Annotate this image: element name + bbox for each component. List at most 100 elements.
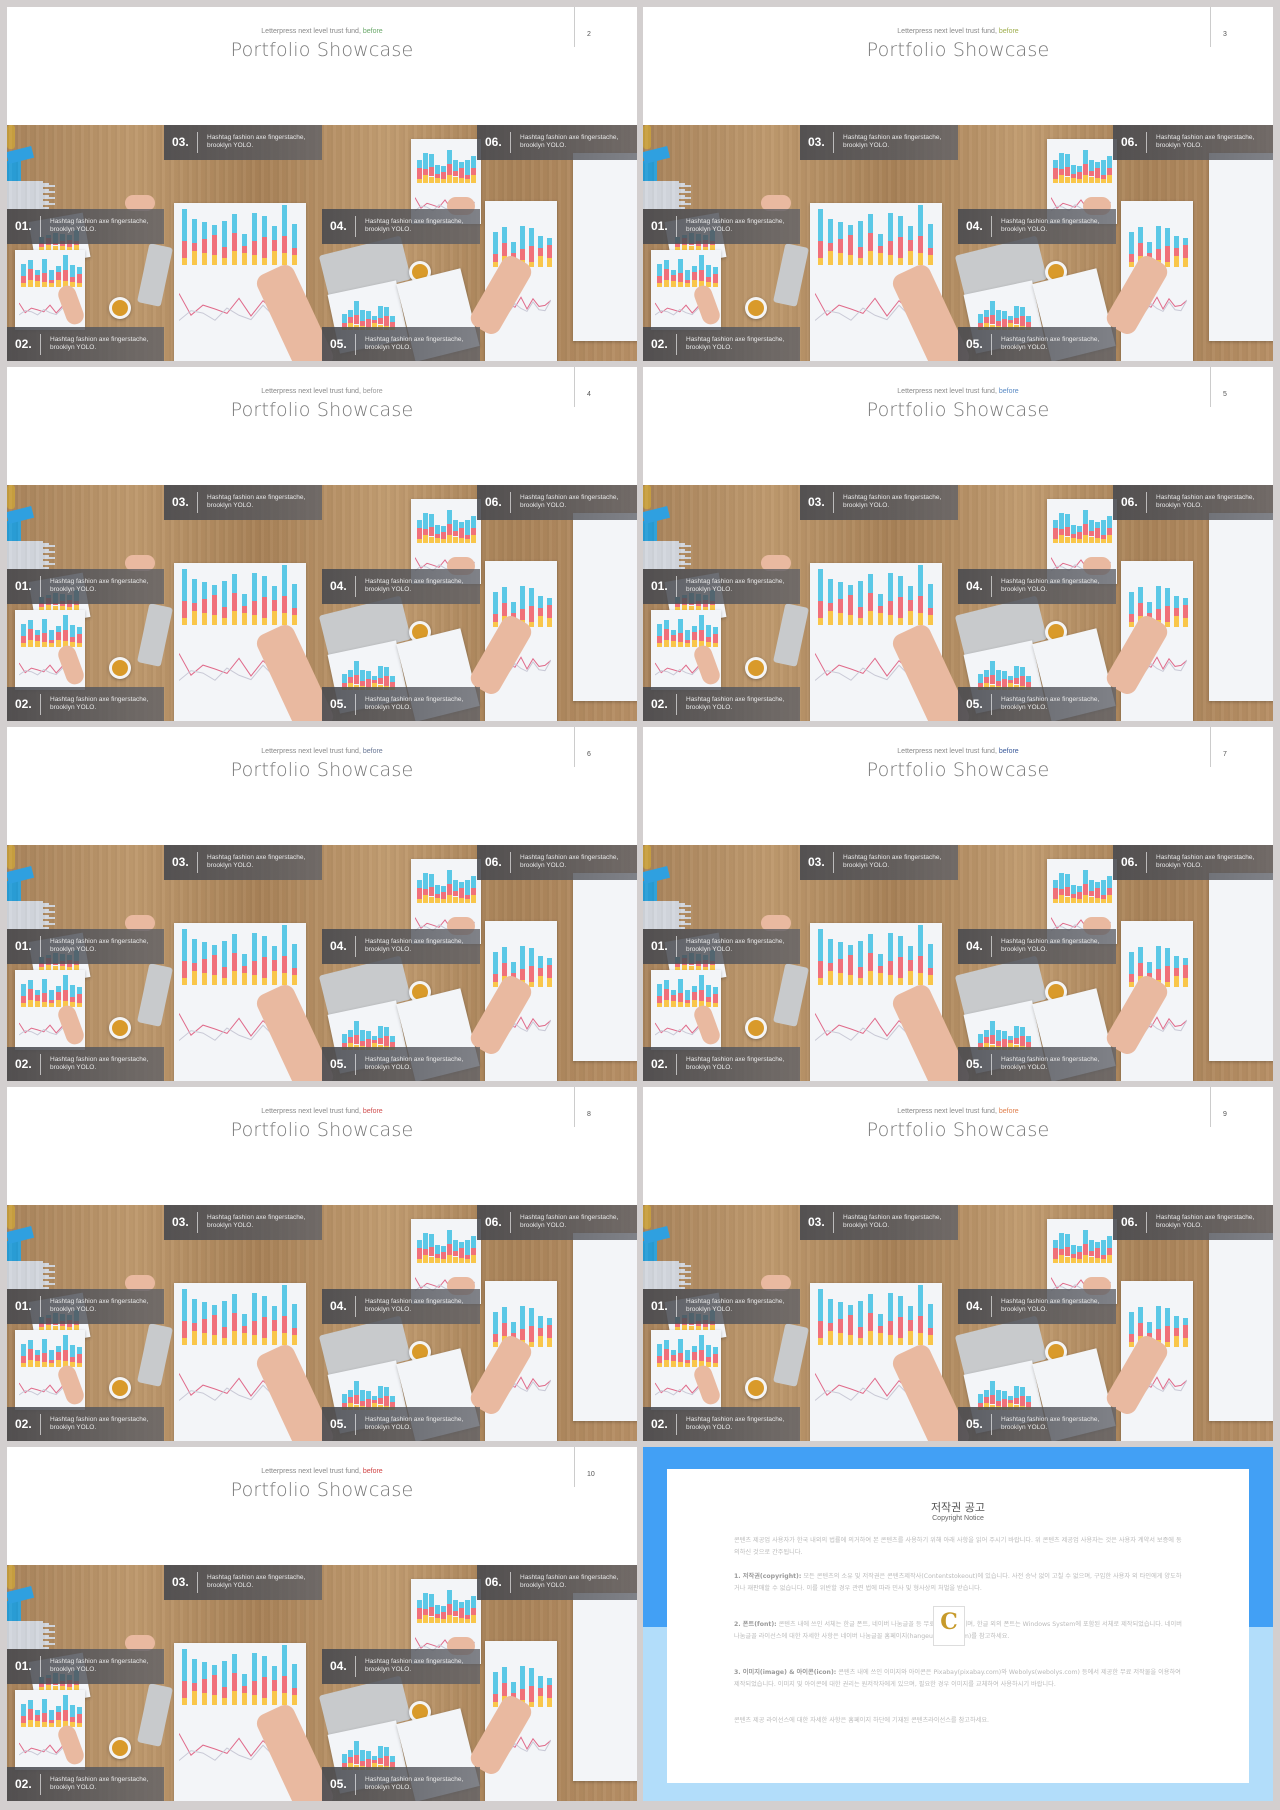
chart-bar xyxy=(262,575,267,598)
chart-bar xyxy=(657,643,662,647)
chart-bar xyxy=(1183,605,1188,618)
chart-bar xyxy=(1095,528,1100,538)
chart-bar xyxy=(232,233,237,251)
chart-bar xyxy=(262,1677,267,1698)
chart-bar xyxy=(1107,1235,1112,1248)
chart-bar xyxy=(202,613,207,625)
chart-bar xyxy=(423,175,428,183)
chart-bar xyxy=(465,519,470,536)
caption-divider xyxy=(510,492,511,513)
chart-bar xyxy=(1165,228,1170,247)
chart-bar xyxy=(888,975,893,985)
chart-bar xyxy=(699,1335,704,1350)
chart-bar xyxy=(713,283,718,287)
caption-line: brooklyn YOLO. xyxy=(686,946,733,953)
caption-number: 06. xyxy=(485,1215,502,1229)
chart-bar xyxy=(978,313,983,324)
chart-bar xyxy=(1174,968,1179,977)
chart-bar xyxy=(928,584,933,609)
chart-bar xyxy=(417,899,422,903)
chart-bar xyxy=(1071,173,1076,178)
chart-bar xyxy=(1083,175,1088,183)
chart-bar xyxy=(713,1363,718,1367)
caption-line: brooklyn YOLO. xyxy=(50,946,97,953)
caption-line: brooklyn YOLO. xyxy=(207,502,254,509)
chart-bar xyxy=(1065,536,1070,543)
caption-number: 01. xyxy=(651,219,668,233)
chart-bar xyxy=(1071,177,1076,183)
chart-bar xyxy=(520,585,525,610)
caption-03: 03. Hashtag fashion axe fingerstache, broo… xyxy=(800,845,958,880)
chart-bar xyxy=(1129,592,1134,614)
caption-number: 03. xyxy=(172,1575,189,1589)
slide-title: Portfolio Showcase xyxy=(230,1119,414,1141)
chart-bar xyxy=(1129,973,1134,982)
chart-bar xyxy=(390,316,395,322)
chart-bar xyxy=(858,617,863,625)
chart-bar xyxy=(435,884,440,894)
chart-bar xyxy=(671,1350,676,1356)
chart-bar xyxy=(282,1644,287,1676)
chart-bar xyxy=(384,1396,389,1406)
caption-text: Hashtag fashion axe fingerstache, brookly… xyxy=(365,218,463,234)
chart-bar xyxy=(429,896,434,903)
chart-bar xyxy=(848,1314,853,1336)
chart-bar xyxy=(182,977,187,985)
chart-bar xyxy=(182,1289,187,1321)
chart-bar xyxy=(447,1604,452,1616)
chart-bar xyxy=(838,1333,843,1345)
caption-line: Hashtag fashion axe fingerstache, xyxy=(843,1214,942,1221)
chart-bar xyxy=(435,1244,440,1254)
chart-bar xyxy=(878,973,883,985)
caption-line: Hashtag fashion axe fingerstache, xyxy=(520,494,619,501)
chart-bar xyxy=(21,996,26,1004)
caption-02: 02. Hashtag fashion axe fingerstache, broo… xyxy=(643,1407,800,1441)
chart-bar xyxy=(35,270,40,276)
chart-bar xyxy=(990,1035,995,1045)
chart-bar xyxy=(272,1690,277,1705)
section-1-text: 모든 콘텐츠의 소유 및 저작권은 콘텐츠제작사(Contentstokeout… xyxy=(734,1573,1182,1592)
chart-bar xyxy=(1174,248,1179,257)
caption-divider xyxy=(676,216,677,237)
chart-bar xyxy=(453,1610,458,1617)
chart-bar xyxy=(898,257,903,265)
caption-line: Hashtag fashion axe fingerstache, xyxy=(686,938,785,945)
chart-bar xyxy=(372,680,377,684)
chart-bar xyxy=(671,270,676,276)
caption-line: Hashtag fashion axe fingerstache, xyxy=(686,336,785,343)
chart-bar xyxy=(471,1607,476,1616)
chart-bar xyxy=(1165,588,1170,607)
chart-bar xyxy=(35,640,40,647)
chart-bar xyxy=(242,245,247,253)
chart-bar xyxy=(538,616,543,627)
chart-bar xyxy=(348,677,353,684)
chart-bar xyxy=(192,1690,197,1705)
chart-bar xyxy=(1059,1255,1064,1263)
chart-bar xyxy=(202,1693,207,1705)
chart-bar xyxy=(671,1355,676,1361)
chart-bar xyxy=(685,643,690,647)
chart-bar xyxy=(538,976,543,987)
paper-sheet xyxy=(1209,1233,1273,1421)
chart-bar xyxy=(459,1248,464,1258)
chart-bar xyxy=(1101,1259,1106,1263)
chart-bar xyxy=(348,1397,353,1404)
chart-bar xyxy=(858,940,863,968)
caption-divider xyxy=(676,1054,677,1075)
chart-bar xyxy=(35,995,40,1001)
chart-bar xyxy=(471,1255,476,1263)
chart-bar xyxy=(272,250,277,265)
caption-line: brooklyn YOLO. xyxy=(50,226,97,233)
caption-text: Hashtag fashion axe fingerstache, brookly… xyxy=(1001,218,1099,234)
chart-bar xyxy=(1089,896,1094,903)
chart-bar xyxy=(1129,621,1134,627)
chart-bar xyxy=(664,988,669,1000)
chart-bar xyxy=(529,1308,534,1327)
caption-06: 06. Hashtag fashion axe fingerstache, broo… xyxy=(1113,1205,1273,1240)
chart-bar xyxy=(459,161,464,169)
chart-bar xyxy=(493,952,498,974)
caption-text: Hashtag fashion axe fingerstache, brookly… xyxy=(520,854,618,870)
chart-bar xyxy=(272,585,277,601)
caption-line: brooklyn YOLO. xyxy=(50,1666,97,1673)
chart-bar xyxy=(354,1035,359,1045)
